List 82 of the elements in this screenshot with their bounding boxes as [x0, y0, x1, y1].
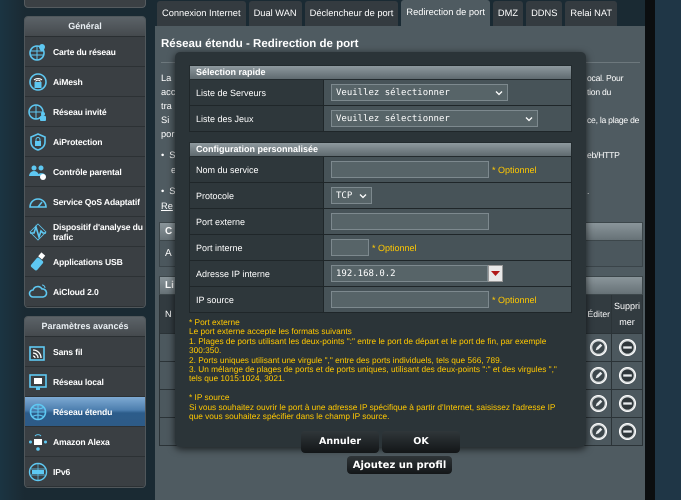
bullet: •: [161, 149, 164, 162]
note-text: * IP source: [189, 393, 230, 403]
tab[interactable]: Déclencheur de port: [304, 1, 398, 26]
column-header: Supprimer: [613, 300, 641, 329]
field-label: Port interne: [196, 242, 243, 252]
column-header: N: [165, 309, 172, 319]
minus-icon[interactable]: [618, 338, 636, 357]
ip-address-field[interactable]: 192.168.0.2: [331, 265, 488, 282]
input-field[interactable]: [331, 239, 369, 256]
chevron-down-icon: [359, 192, 367, 198]
pencil-icon[interactable]: [588, 366, 608, 385]
field-label: Liste de Serveurs: [196, 88, 266, 98]
minus-icon[interactable]: [618, 366, 636, 385]
globe-person-icon: [28, 102, 48, 122]
select-field[interactable]: TCP: [331, 187, 372, 204]
field-label: Adresse IP interne: [196, 268, 270, 278]
paragraph-text: tion du: [587, 87, 612, 97]
tab[interactable]: Connexion Internet: [157, 1, 246, 26]
note-text: 2. Ports uniques utilisant une virgule "," entre des ports individuels, tels que 566, 789.: [189, 356, 504, 365]
note-text: * Port externe: [189, 318, 241, 328]
paragraph-text: tra: [161, 100, 172, 113]
tab[interactable]: DDNS: [526, 1, 562, 26]
bullet: •: [161, 185, 164, 198]
triangle-down-icon: [491, 271, 500, 276]
minus-icon[interactable]: [618, 394, 636, 413]
ok-button[interactable]: OK: [382, 430, 460, 453]
pencil-icon[interactable]: [588, 422, 608, 441]
note-text: 1. Plages de ports utilisant les deux-points ":" entre le port de départ et le port de fin, par exemple 300:350.: [189, 336, 548, 356]
paragraph-text: ce, la plage de: [587, 115, 640, 125]
field-label: Protocole: [196, 190, 234, 200]
router-icon: [28, 72, 48, 92]
column-header: Éditer: [588, 309, 610, 319]
input-field[interactable]: [331, 161, 489, 178]
device-icon: [28, 432, 48, 452]
input-field[interactable]: [331, 213, 489, 230]
hint-text: * Optionnel: [372, 242, 417, 252]
tab[interactable]: Redirection de port: [401, 0, 490, 26]
paragraph-text: Si: [161, 114, 170, 127]
pencil-icon[interactable]: [588, 394, 608, 413]
paragraph-text: S: [169, 185, 176, 198]
section-header: Général: [25, 17, 145, 37]
select-field[interactable]: Veuillez sélectionner: [331, 84, 508, 101]
input-field[interactable]: [331, 291, 489, 308]
paragraph-text: eb/HTTP: [587, 150, 620, 160]
ipv6-icon: [28, 462, 48, 482]
usb-stick-icon: [28, 252, 48, 272]
globe-icon: [28, 402, 48, 422]
paragraph-text: acc: [161, 86, 176, 99]
select-field[interactable]: Veuillez sélectionner: [331, 110, 538, 127]
section-header: Configuration personnalisée: [189, 142, 572, 157]
field-label: IP source: [196, 294, 234, 304]
pulse-icon: [28, 222, 48, 242]
cancel-button[interactable]: Annuler: [301, 430, 379, 453]
link[interactable]: Re: [161, 199, 173, 213]
minus-icon[interactable]: [618, 422, 636, 441]
globe-pin-icon: [28, 42, 48, 62]
tab[interactable]: DMZ: [492, 1, 524, 26]
add-profile-button[interactable]: Ajoutez un profil: [346, 456, 452, 474]
note-text: Le port externe accepte les formats suivants: [189, 327, 353, 337]
tab[interactable]: Relai NAT: [565, 1, 618, 26]
shield-lock-icon: [28, 132, 48, 152]
paragraph-text: La: [161, 72, 172, 85]
paragraph-text: por: [161, 128, 174, 141]
paragraph-text: ocal. Pour: [587, 73, 624, 83]
note-text: 3. Un mélange de plages de ports et de ports uniques, utilisant des deux-points ":" et des virgules "," tels que 1015:1024, 3021.: [189, 365, 558, 384]
pencil-icon[interactable]: [588, 338, 608, 357]
field-label: Nom du service: [196, 164, 259, 174]
field-label: Liste des Jeux: [196, 114, 254, 124]
chevron-down-icon: [525, 116, 533, 122]
paragraph-text: .: [587, 186, 590, 196]
tab[interactable]: Dual WAN: [248, 1, 302, 26]
note-text: Si vous souhaitez ouvrir le port à une adresse IP spécifique à partir d'Internet, saisissez l'adresse IP que vous souhaitez spécifier dans le champ IP source.: [189, 402, 556, 422]
dropdown-button[interactable]: [488, 265, 503, 282]
section-header: Sélection rapide: [189, 65, 572, 80]
hint-text: * Optionnel: [492, 294, 537, 304]
page-title: Réseau étendu - Redirection de port: [160, 37, 358, 51]
section-header: Paramètres avancés: [25, 317, 145, 337]
sidebar-item[interactable]: Réseau étendu: [25, 397, 145, 427]
monitor-icon: [28, 372, 48, 392]
chevron-down-icon: [495, 90, 503, 96]
hint-text: * Optionnel: [492, 164, 537, 174]
paragraph-text: S: [169, 149, 176, 162]
